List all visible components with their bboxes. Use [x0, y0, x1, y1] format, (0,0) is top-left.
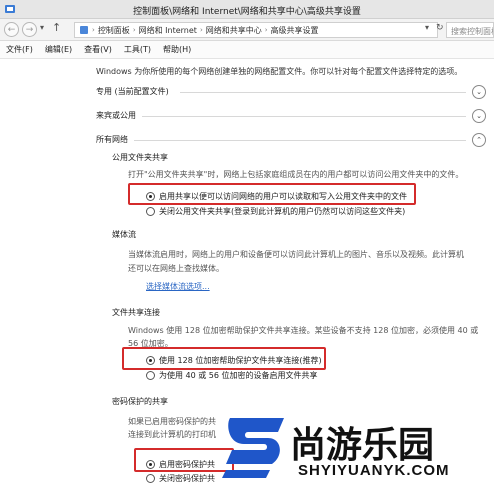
breadcrumb-separator-icon: ›	[132, 26, 136, 34]
password-off-option[interactable]: 关闭密码保护共	[146, 473, 215, 484]
password-desc-line2: 连接到此计算机的打印机	[128, 430, 216, 439]
encryption-40-option[interactable]: 为使用 40 或 56 位加密的设备启用文件共享	[146, 370, 318, 381]
watermark-url: SHYIYUANYK.COM	[298, 462, 450, 479]
divider	[134, 140, 466, 141]
back-button[interactable]: ←	[4, 22, 19, 37]
expand-guest-button[interactable]: ⌄	[472, 109, 486, 123]
media-desc-line1: 当媒体流启用时，网络上的用户和设备便可以访问此计算机上的图片、音乐以及视频。此计…	[128, 250, 464, 259]
forward-button[interactable]: →	[22, 22, 37, 37]
site-watermark: 尚游乐园 SHYIYUANYK.COM	[222, 412, 494, 484]
address-bar: ← → ▾ ↑ › 控制面板 › 网络和 Internet › 网络和共享中心 …	[0, 19, 494, 41]
collapse-all-button[interactable]: ⌃	[472, 133, 486, 147]
watermark-name: 尚游乐园	[290, 425, 435, 466]
public-folder-off-label: 关闭公用文件夹共享(登录到此计算机的用户仍然可以访问这些文件夹)	[159, 207, 406, 216]
breadcrumb-item-control-panel[interactable]: 控制面板	[98, 25, 130, 36]
divider	[142, 116, 466, 117]
radio-unselected[interactable]	[146, 474, 155, 483]
control-panel-small-icon	[80, 26, 88, 34]
media-title: 媒体流	[112, 230, 136, 239]
breadcrumb-separator-icon: ›	[92, 26, 95, 34]
media-desc-line2: 还可以在网络上查找媒体。	[128, 264, 224, 273]
menu-item-help[interactable]: 帮助(H)	[163, 44, 191, 55]
menu-bar: 文件(F) 编辑(E) 查看(V) 工具(T) 帮助(H)	[0, 41, 494, 59]
public-folder-off-option[interactable]: 关闭公用文件夹共享(登录到此计算机的用户仍然可以访问这些文件夹)	[146, 206, 405, 217]
profile-guest-label[interactable]: 来宾或公用	[96, 110, 136, 121]
radio-unselected[interactable]	[146, 371, 155, 380]
highlight-box	[128, 183, 416, 205]
highlight-box	[122, 347, 326, 370]
highlight-box	[134, 448, 234, 472]
intro-text: Windows 为你所使用的每个网络创建单独的网络配置文件。你可以针对每个配置文…	[96, 67, 463, 76]
breadcrumb-item-network-internet[interactable]: 网络和 Internet	[139, 25, 197, 36]
file-sharing-title: 文件共享连接	[112, 308, 160, 317]
media-options-link[interactable]: 选择媒体流选项...	[146, 281, 210, 292]
password-title: 密码保护的共享	[112, 397, 168, 406]
up-button[interactable]: ↑	[52, 21, 61, 34]
title-bar: 控制面板\网络和 Internet\网络和共享中心\高级共享设置	[0, 0, 494, 19]
file-sharing-desc-line1: Windows 使用 128 位加密帮助保护文件共享连接。某些设备不支持 128…	[128, 326, 479, 335]
site-logo-icon	[222, 418, 284, 478]
public-folder-desc: 打开"公用文件夹共享"时，网络上包括家庭组成员在内的用户都可以访问公用文件夹中的…	[128, 170, 464, 179]
password-off-label: 关闭密码保护共	[159, 474, 215, 483]
password-desc-line1: 如果已启用密码保护的共	[128, 417, 216, 426]
forward-arrow-icon: →	[25, 24, 34, 35]
search-input[interactable]: 搜索控制面板	[446, 22, 494, 38]
breadcrumb-item-network-sharing-center[interactable]: 网络和共享中心	[206, 25, 262, 36]
public-folder-title: 公用文件夹共享	[112, 153, 168, 162]
profile-all-label[interactable]: 所有网络	[96, 134, 128, 145]
breadcrumb-separator-icon: ›	[264, 26, 268, 34]
profile-private-label[interactable]: 专用 (当前配置文件)	[96, 86, 169, 97]
menu-item-edit[interactable]: 编辑(E)	[45, 44, 72, 55]
refresh-icon[interactable]: ↻	[436, 23, 444, 33]
chevron-down-icon: ⌄	[476, 112, 482, 120]
divider	[180, 92, 466, 93]
encryption-40-label: 为使用 40 或 56 位加密的设备启用文件共享	[159, 371, 318, 380]
chevron-up-icon: ⌃	[476, 136, 482, 144]
menu-item-view[interactable]: 查看(V)	[84, 44, 112, 55]
breadcrumb[interactable]: › 控制面板 › 网络和 Internet › 网络和共享中心 › 高级共享设置	[74, 22, 438, 38]
chevron-down-icon: ⌄	[476, 88, 482, 96]
menu-item-tools[interactable]: 工具(T)	[124, 44, 151, 55]
menu-item-file[interactable]: 文件(F)	[6, 44, 33, 55]
back-arrow-icon: ←	[7, 24, 16, 35]
address-dropdown-icon[interactable]: ▾	[425, 23, 429, 32]
radio-unselected[interactable]	[146, 207, 155, 216]
breadcrumb-item-advanced-sharing[interactable]: 高级共享设置	[271, 25, 319, 36]
window-title: 控制面板\网络和 Internet\网络和共享中心\高级共享设置	[133, 7, 361, 17]
expand-private-button[interactable]: ⌄	[472, 85, 486, 99]
recent-pages-chevron-icon[interactable]: ▾	[40, 23, 44, 32]
breadcrumb-separator-icon: ›	[199, 26, 203, 34]
